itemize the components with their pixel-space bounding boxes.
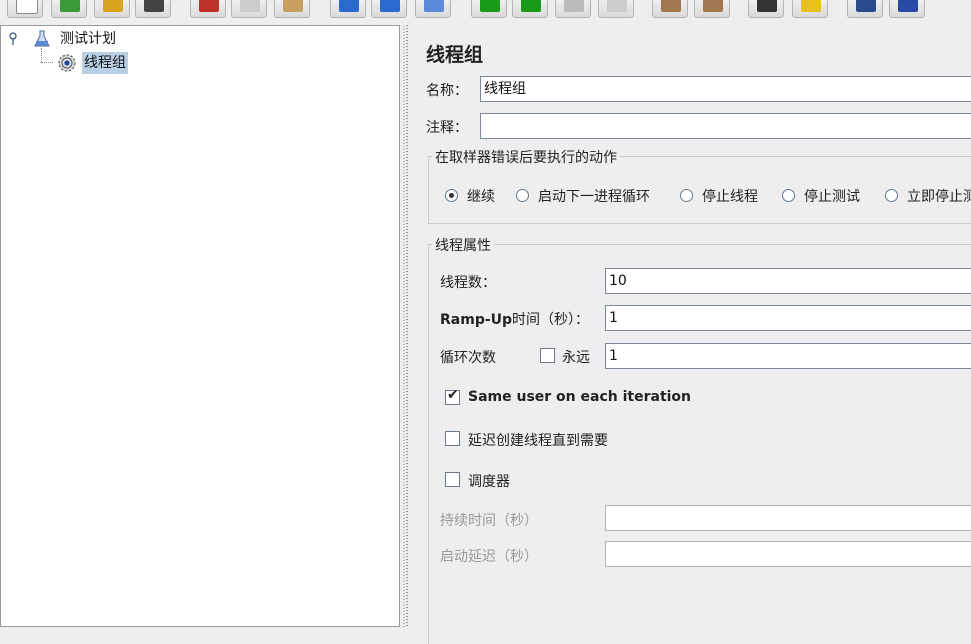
divider-grip: [403, 25, 405, 627]
collapse-button[interactable]: [371, 0, 407, 18]
startup-delay-label: 启动延迟（秒）: [440, 549, 538, 565]
open-icon: [103, 0, 123, 12]
rampup-label-rest: 时间（秒）：: [512, 312, 590, 328]
start-next-loop-radio[interactable]: [516, 189, 529, 202]
tree-node-label: 测试计划: [60, 31, 116, 47]
clear-all-icon: [703, 0, 723, 12]
scheduler-label[interactable]: 调度器: [468, 471, 510, 491]
scheduler-checkbox[interactable]: [445, 472, 460, 487]
cut-icon: [199, 0, 219, 12]
stop-test-now-radio[interactable]: [885, 189, 898, 202]
shutdown-button[interactable]: [598, 0, 634, 18]
gear-icon: [58, 54, 76, 72]
duration-field[interactable]: [605, 505, 971, 531]
stop-icon: [564, 0, 584, 12]
open-button[interactable]: [94, 0, 130, 18]
page-title: 线程组: [426, 44, 484, 66]
comment-field[interactable]: [480, 113, 971, 139]
stop-test-radio[interactable]: [782, 189, 795, 202]
thread-group-editor: 线程组 名称： 线程组 注释： 在取样器错误后要执行的动作 继续 启动下一进程循…: [411, 25, 971, 644]
new-icon: [16, 0, 38, 14]
shutdown-icon: [607, 0, 627, 12]
delay-create-checkbox[interactable]: [445, 431, 460, 446]
tree-node-label: 线程组: [82, 52, 128, 74]
expand-button[interactable]: [330, 0, 366, 18]
stop-thread-radio[interactable]: [680, 189, 693, 202]
help-icon: [898, 0, 918, 12]
tree-expand-handle-icon[interactable]: [9, 32, 19, 46]
test-plan-tree[interactable]: 测试计划 线程组: [0, 25, 400, 627]
threads-label: 线程数：: [440, 275, 496, 291]
tree-connector: [41, 62, 53, 64]
divider-grip: [406, 25, 408, 627]
start-icon: [480, 0, 500, 12]
start-button[interactable]: [471, 0, 507, 18]
paste-button[interactable]: [274, 0, 310, 18]
start-next-loop-label[interactable]: 启动下一进程循环: [538, 186, 650, 206]
reset-search-icon: [801, 0, 821, 12]
reset-search-button[interactable]: [792, 0, 828, 18]
continue-label[interactable]: 继续: [467, 186, 495, 206]
templates-icon: [60, 0, 80, 12]
delay-create-label[interactable]: 延迟创建线程直到需要: [468, 430, 608, 450]
help-button[interactable]: [889, 0, 925, 18]
start-no-pause-button[interactable]: [512, 0, 548, 18]
templates-button[interactable]: [51, 0, 87, 18]
same-user-label[interactable]: Same user on each iteration: [468, 389, 691, 405]
name-label: 名称：: [426, 83, 468, 99]
name-field[interactable]: 线程组: [480, 76, 971, 102]
expand-icon: [339, 0, 359, 12]
stop-button[interactable]: [555, 0, 591, 18]
checkmark-icon: ✔: [447, 387, 459, 403]
toolbar: [0, 0, 971, 20]
function-helper-button[interactable]: [847, 0, 883, 18]
stop-test-now-label[interactable]: 立即停止测试: [907, 186, 971, 206]
forever-label[interactable]: 永远: [562, 347, 590, 367]
loop-count-label: 循环次数: [440, 350, 496, 366]
error-action-legend: 在取样器错误后要执行的动作: [432, 147, 620, 167]
continue-radio[interactable]: [445, 189, 458, 202]
duration-label: 持续时间（秒）: [440, 513, 538, 529]
save-icon: [144, 0, 164, 12]
threads-field[interactable]: 10: [605, 268, 971, 294]
function-helper-icon: [856, 0, 876, 12]
loop-count-field[interactable]: 1: [605, 343, 971, 369]
stop-test-label[interactable]: 停止测试: [804, 186, 860, 206]
search-button[interactable]: [748, 0, 784, 18]
new-button[interactable]: [7, 0, 43, 18]
clear-button[interactable]: [652, 0, 688, 18]
tree-connector: [41, 48, 43, 62]
thread-properties-legend: 线程属性: [432, 235, 494, 255]
collapse-icon: [380, 0, 400, 12]
startup-delay-field[interactable]: [605, 541, 971, 567]
clear-all-button[interactable]: [694, 0, 730, 18]
copy-icon: [240, 0, 260, 12]
comment-label: 注释：: [426, 120, 468, 136]
cut-button[interactable]: [190, 0, 226, 18]
rampup-field[interactable]: 1: [605, 305, 971, 331]
rampup-label-bold: Ramp-Up: [440, 312, 513, 328]
stop-thread-label[interactable]: 停止线程: [702, 186, 758, 206]
test-plan-icon: [34, 30, 50, 47]
rampup-label: Ramp-Up时间（秒）：: [440, 309, 589, 329]
forever-checkbox[interactable]: [540, 348, 555, 363]
toggle-button[interactable]: [415, 0, 451, 18]
search-icon: [757, 0, 777, 12]
start-no-pause-icon: [521, 0, 541, 12]
save-button[interactable]: [135, 0, 171, 18]
clear-icon: [661, 0, 681, 12]
split-pane-divider[interactable]: [401, 25, 411, 627]
paste-icon: [283, 0, 303, 12]
same-user-checkbox[interactable]: ✔: [445, 387, 460, 405]
copy-button[interactable]: [231, 0, 267, 18]
toggle-icon: [424, 0, 444, 12]
